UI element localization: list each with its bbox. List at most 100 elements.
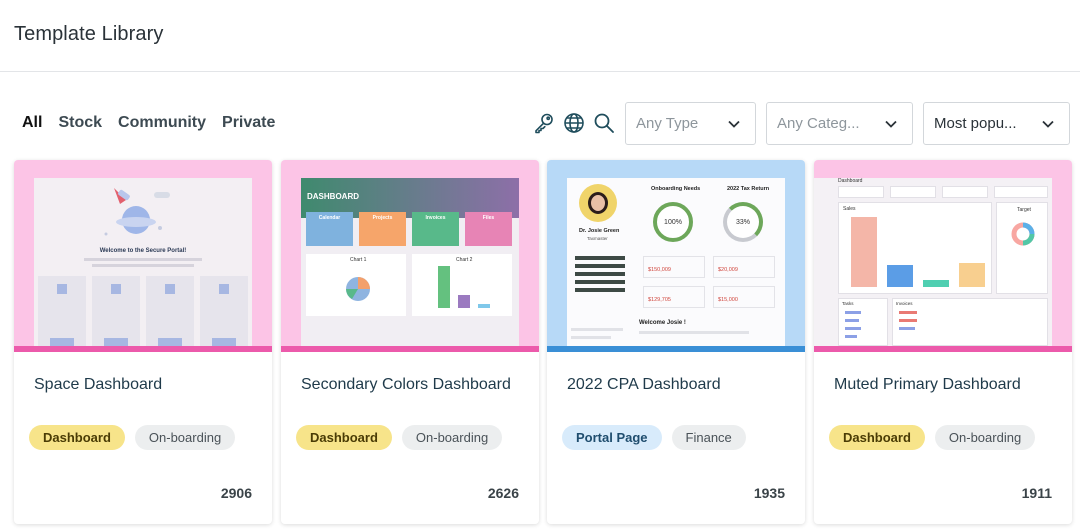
- globe-icon[interactable]: [563, 112, 585, 134]
- thumbnail-chart: Chart 2: [412, 254, 512, 316]
- thumbnail-tile: [92, 276, 140, 347]
- tab-private[interactable]: Private: [222, 114, 275, 132]
- column-heading: Onboarding Needs: [651, 186, 701, 192]
- thumbnail-text-line: [84, 258, 202, 261]
- tag-finance[interactable]: Finance: [671, 425, 746, 450]
- tab-community[interactable]: Community: [118, 114, 206, 132]
- thumbnail-text-line: [639, 331, 749, 334]
- thumbnail-stat: [890, 186, 936, 198]
- usage-count: 1911: [1021, 485, 1052, 501]
- template-card[interactable]: DASHBOARD Calendar Projects Invoices Fil…: [281, 160, 539, 524]
- tag-portal-page[interactable]: Portal Page: [562, 425, 662, 450]
- thumbnail-stripe: [547, 346, 805, 352]
- chevron-down-icon: [885, 120, 897, 128]
- tile-label: Calendar: [318, 215, 341, 221]
- column-heading: 2022 Tax Return: [727, 186, 770, 192]
- stat-box: $20,009: [713, 256, 775, 278]
- pie-chart-icon: [346, 277, 370, 301]
- list-label: Tasks: [842, 301, 854, 306]
- stat-value: $129,705: [648, 297, 671, 303]
- thumbnail-button: [575, 280, 625, 284]
- tag-onboarding[interactable]: On-boarding: [934, 425, 1036, 450]
- rocket-illustration: [104, 188, 170, 236]
- thumbnail-button: [575, 264, 625, 268]
- avatar: [579, 184, 617, 222]
- thumbnail-tile: Invoices: [412, 212, 459, 246]
- progress-ring: 100%: [653, 202, 693, 242]
- progress-value: 33%: [735, 218, 750, 226]
- tag-dashboard[interactable]: Dashboard: [29, 425, 125, 450]
- profile-role: Taxmaster: [587, 236, 608, 241]
- card-tags: Dashboard On-boarding: [296, 425, 503, 450]
- template-card[interactable]: Welcome to the Secure Portal! Space Dash…: [14, 160, 272, 524]
- tab-stock[interactable]: Stock: [58, 114, 102, 132]
- profile-name: Dr. Josie Green: [579, 228, 620, 234]
- card-title[interactable]: Secondary Colors Dashboard: [301, 376, 511, 394]
- card-title[interactable]: Space Dashboard: [34, 376, 162, 394]
- card-title[interactable]: 2022 CPA Dashboard: [567, 376, 721, 394]
- type-filter-select[interactable]: Any Type: [625, 102, 756, 145]
- key-icon[interactable]: [533, 112, 555, 134]
- template-card[interactable]: Dr. Josie Green Taxmaster Onboarding Nee…: [547, 160, 805, 524]
- thumbnail-chart: Sales: [838, 202, 992, 294]
- sort-value: Most popu...: [934, 115, 1017, 132]
- thumbnail-heading: Welcome to the Secure Portal!: [99, 248, 187, 254]
- template-thumbnail: Dr. Josie Green Taxmaster Onboarding Nee…: [547, 160, 805, 352]
- category-filter-select[interactable]: Any Categ...: [766, 102, 913, 145]
- thumbnail-text-line: [571, 336, 611, 339]
- template-card[interactable]: Dashboard Sales Target Tasks Invoices Mu…: [814, 160, 1072, 524]
- thumbnail-tile: Files: [465, 212, 512, 246]
- thumbnail-tile: Calendar: [306, 212, 353, 246]
- card-tags: Dashboard On-boarding: [29, 425, 236, 450]
- stat-value: $20,009: [718, 267, 738, 273]
- thumbnail-text-line: [92, 264, 194, 267]
- list-label: Invoices: [896, 301, 913, 306]
- thumbnail-stat: [942, 186, 988, 198]
- thumbnail-chart: Target: [996, 202, 1048, 294]
- progress-value: 100%: [664, 218, 682, 226]
- thumbnail-button: [575, 288, 625, 292]
- tile-label: Projects: [372, 215, 393, 221]
- stat-box: $129,705: [643, 286, 705, 308]
- thumbnail-stripe: [814, 346, 1072, 352]
- usage-count: 1935: [753, 485, 785, 501]
- tag-onboarding[interactable]: On-boarding: [401, 425, 503, 450]
- stat-value: $15,000: [718, 297, 738, 303]
- card-tags: Dashboard On-boarding: [829, 425, 1036, 450]
- filter-tabs: All Stock Community Private: [22, 114, 291, 132]
- stat-value: $150,009: [648, 267, 671, 273]
- search-icon[interactable]: [593, 112, 615, 134]
- thumbnail-tile: [200, 276, 248, 347]
- thumbnail-preview: DASHBOARD Calendar Projects Invoices Fil…: [301, 178, 519, 348]
- tab-all[interactable]: All: [22, 114, 42, 132]
- usage-count: 2626: [487, 485, 519, 501]
- page-title: Template Library: [14, 23, 164, 45]
- thumbnail-preview: Dashboard Sales Target Tasks Invoices: [814, 178, 1052, 348]
- thumbnail-tile: [38, 276, 86, 347]
- toolbar: All Stock Community Private Any Type Any…: [0, 102, 1080, 146]
- chevron-down-icon: [728, 120, 740, 128]
- thumbnail-stat: [994, 186, 1048, 198]
- thumbnail-preview: Dr. Josie Green Taxmaster Onboarding Nee…: [567, 178, 785, 348]
- thumbnail-button: [575, 272, 625, 276]
- thumbnail-tile: Projects: [359, 212, 406, 246]
- tag-dashboard[interactable]: Dashboard: [296, 425, 392, 450]
- chart-label: Chart 1: [350, 257, 367, 263]
- tag-onboarding[interactable]: On-boarding: [134, 425, 236, 450]
- chevron-down-icon: [1042, 120, 1054, 128]
- tag-dashboard[interactable]: Dashboard: [829, 425, 925, 450]
- welcome-heading: Welcome Josie !: [639, 320, 686, 326]
- stat-box: $150,009: [643, 256, 705, 278]
- category-filter-value: Any Categ...: [777, 115, 860, 132]
- bar-chart-icon: [851, 217, 985, 287]
- progress-ring: 33%: [723, 202, 763, 242]
- card-title[interactable]: Muted Primary Dashboard: [834, 376, 1021, 394]
- thumbnail-tile: [146, 276, 194, 347]
- thumbnail-button: [575, 256, 625, 260]
- sort-select[interactable]: Most popu...: [923, 102, 1070, 145]
- template-thumbnail: DASHBOARD Calendar Projects Invoices Fil…: [281, 160, 539, 352]
- thumbnail-chart: Chart 1: [306, 254, 406, 316]
- thumbnail-list: Invoices: [892, 298, 1048, 346]
- thumbnail-stat: [838, 186, 884, 198]
- page-header: Template Library: [0, 0, 1080, 72]
